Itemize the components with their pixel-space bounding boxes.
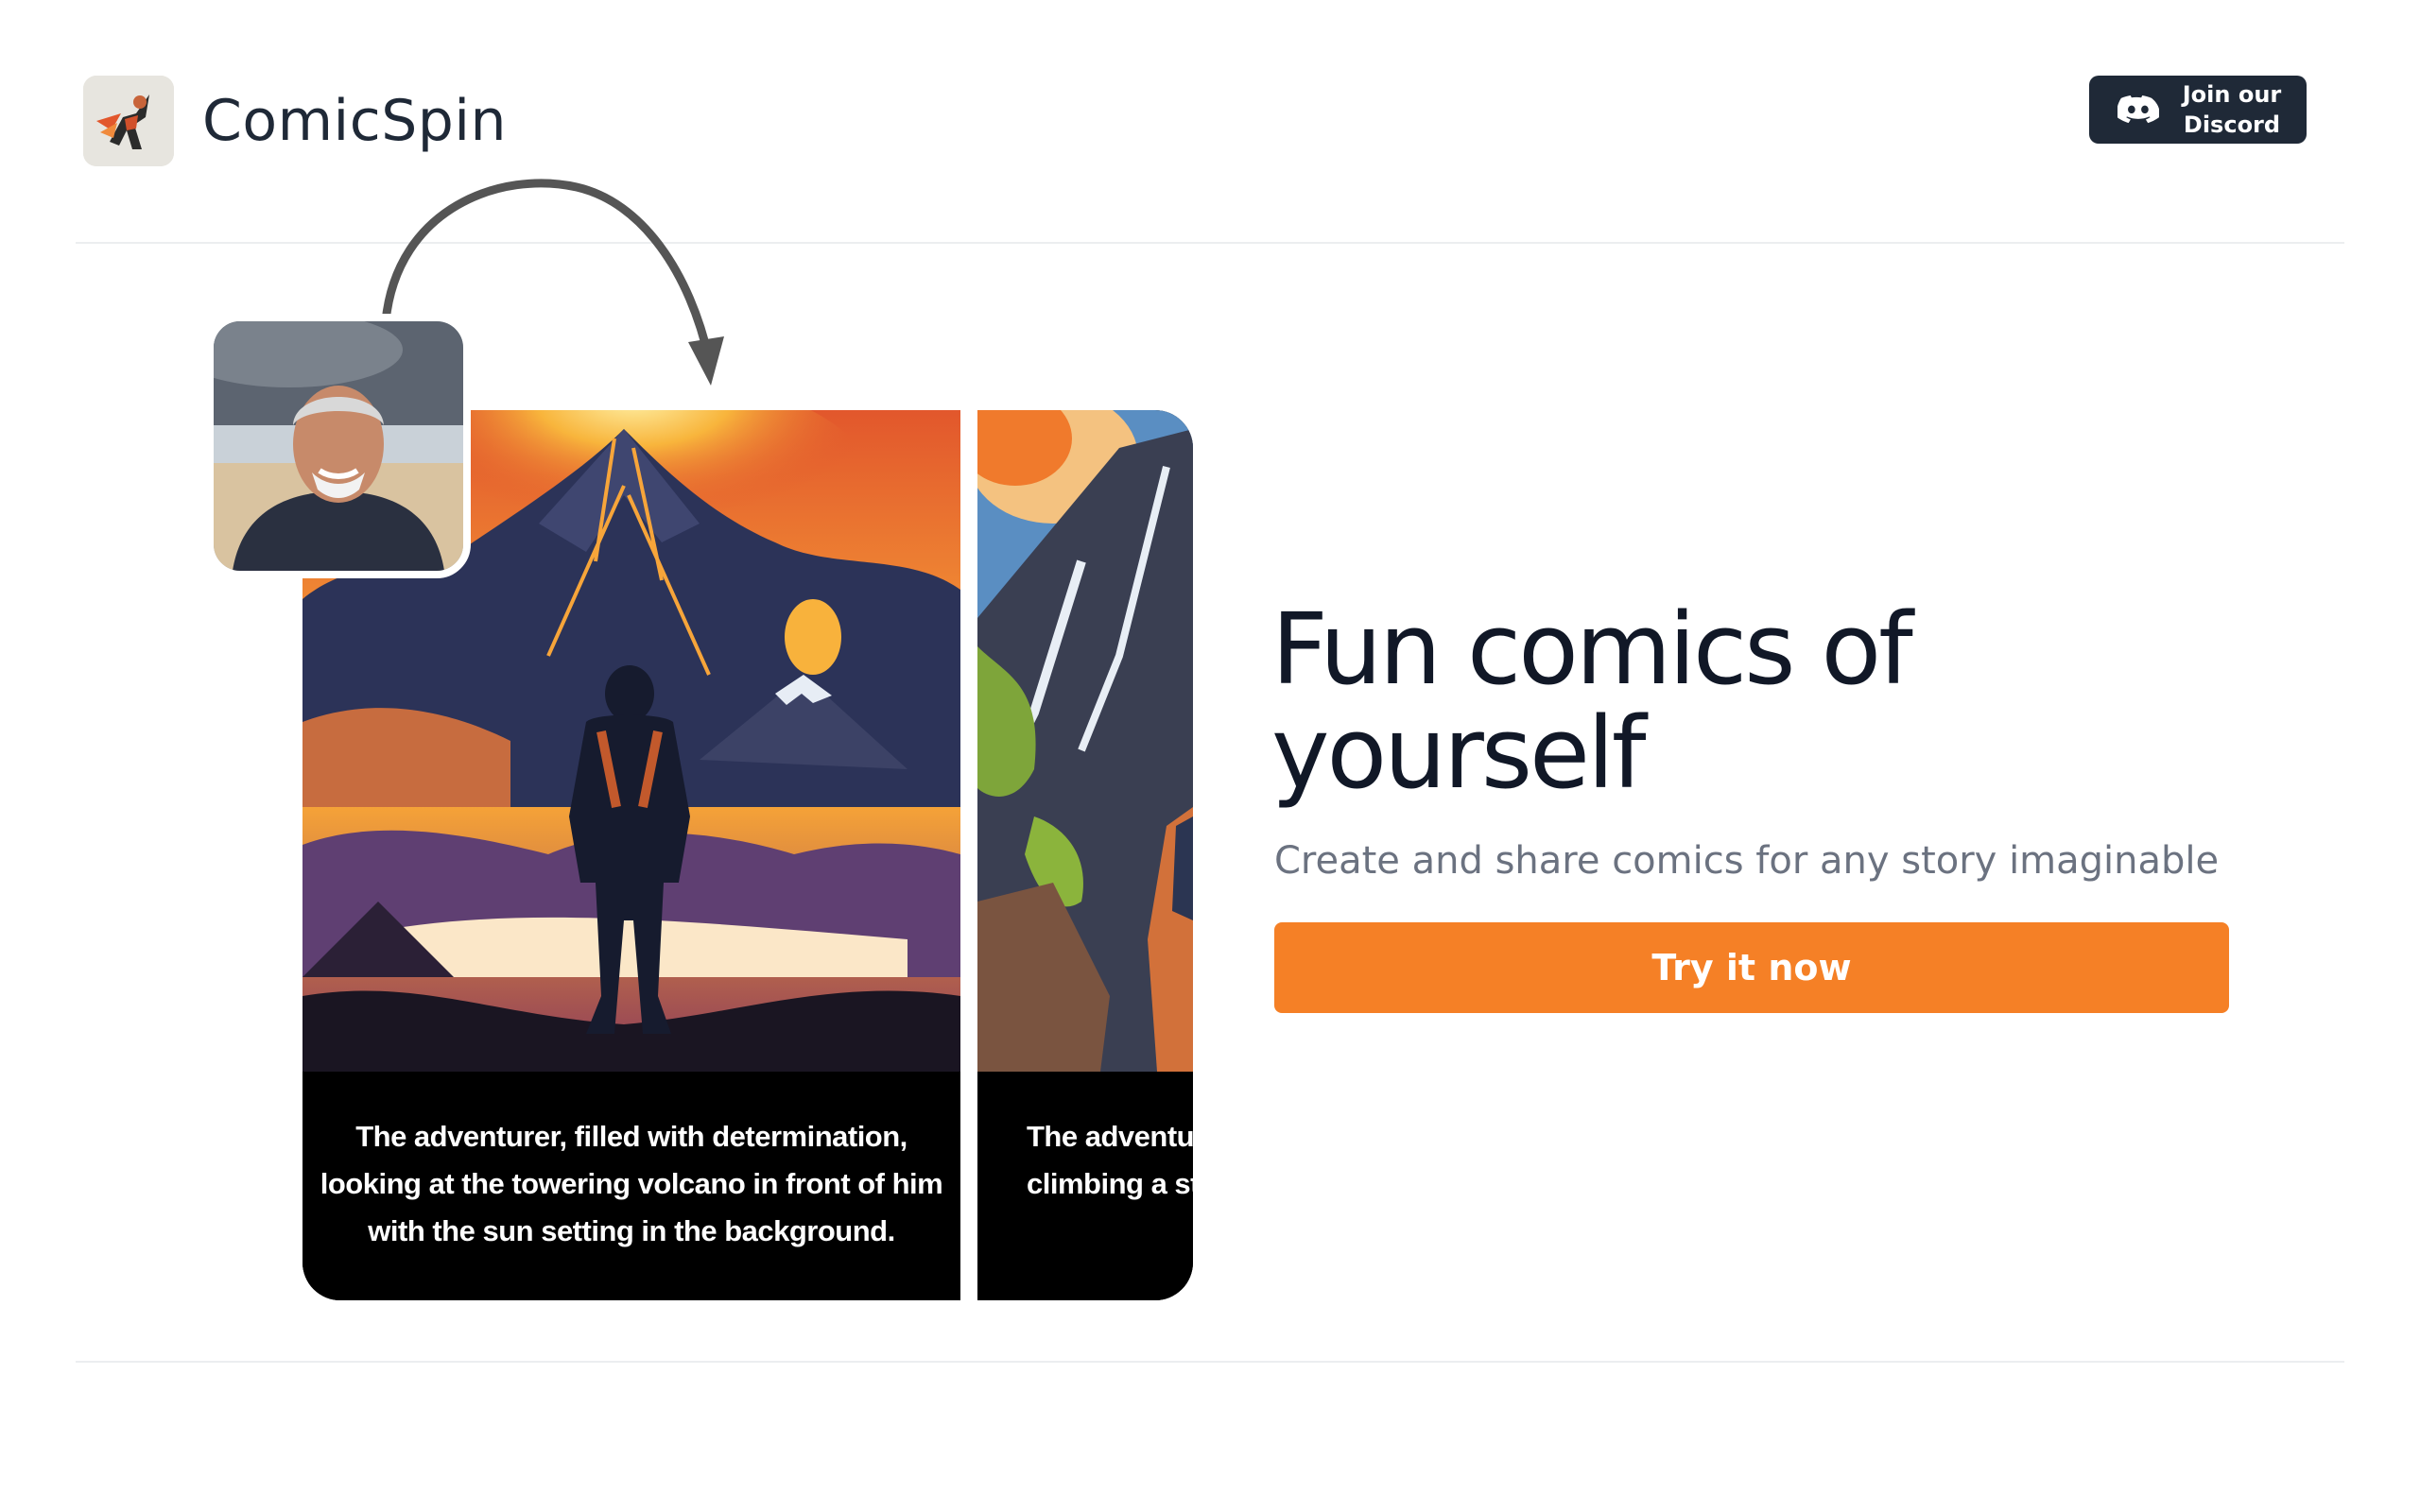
user-selfie-photo [206,314,471,578]
cliff-illustration [977,410,1193,1072]
caption-line: with the sun setting in the background. [368,1214,895,1247]
caption-line: The adventu [1027,1120,1193,1153]
comicspin-logo-icon [83,76,174,166]
discord-label-line1: Join our [2182,81,2282,108]
caption-line: climbing a ste [1027,1167,1193,1200]
section-divider [76,1361,2344,1363]
hero-title: Fun comics of yourself [1271,597,2122,805]
panel-caption: The adventurer, filled with determinatio… [302,1072,960,1300]
hero-subtitle: Create and share comics for any story im… [1274,839,2220,883]
panel-caption: The adventu climbing a ste [977,1072,1193,1300]
hero-title-line: yourself [1271,696,1647,811]
try-it-now-button[interactable]: Try it now [1274,922,2229,1013]
discord-icon [2118,95,2159,124]
hero-title-line: Fun comics of [1271,592,1913,707]
discord-label-line2: Discord [2183,112,2281,138]
brand-link[interactable]: ComicSpin [83,76,507,166]
site-header: ComicSpin Join our Discord [76,76,2344,166]
comic-panel-partial: The adventu climbing a ste [977,410,1193,1300]
discord-label: Join our Discord [2180,79,2284,140]
app-name: ComicSpin [202,88,508,154]
caption-line: The adventurer, filled with determinatio… [355,1120,908,1153]
join-discord-button[interactable]: Join our Discord [2089,76,2307,144]
caption-line: looking at the towering volcano in front… [320,1167,943,1200]
